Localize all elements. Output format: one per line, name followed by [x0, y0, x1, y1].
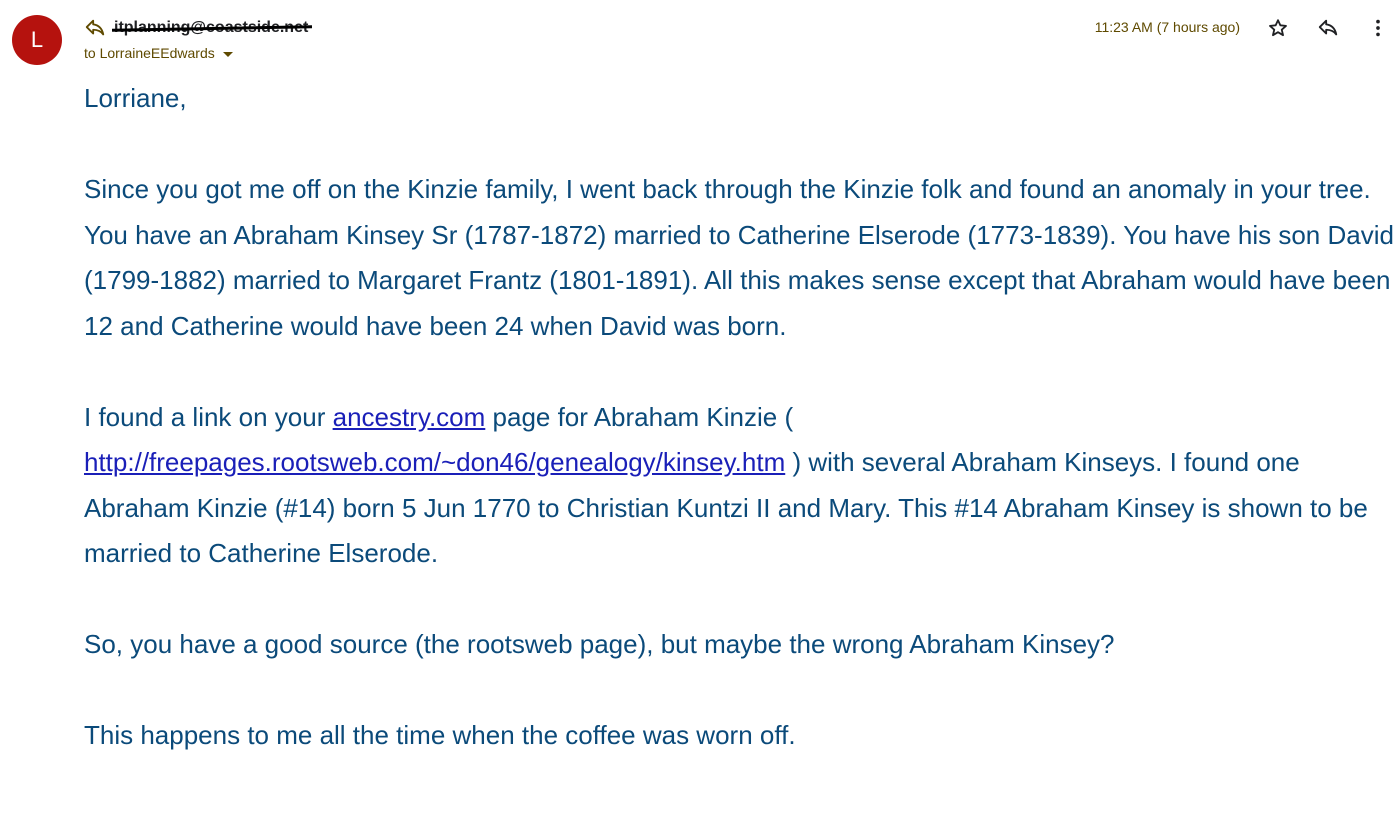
sender-row: itplanning@coastside.net: [84, 14, 313, 42]
star-icon: [1269, 19, 1287, 37]
ancestry-link[interactable]: ancestry.com: [333, 402, 486, 432]
reply-arrow-icon: [84, 17, 106, 39]
greeting: Lorriane,: [84, 83, 187, 113]
paragraph-2: I found a link on your ancestry.com page…: [84, 395, 1394, 577]
paragraph-2-text-b: page for Abraham Kinzie (: [485, 401, 794, 432]
more-vertical-icon: [1376, 19, 1380, 37]
star-button[interactable]: [1264, 14, 1292, 42]
more-options-button[interactable]: [1364, 14, 1392, 42]
recipient-label: to LorraineEEdwards: [84, 45, 215, 61]
paragraph-2-text-a: I found a link on your: [84, 401, 333, 432]
reply-button[interactable]: [1314, 14, 1342, 42]
sender-email[interactable]: itplanning@coastside.net: [111, 17, 313, 39]
rootsweb-link[interactable]: http://freepages.rootsweb.com/~don46/gen…: [84, 447, 785, 477]
reply-icon: [1318, 19, 1338, 36]
chevron-down-icon[interactable]: [222, 51, 233, 57]
email-message: L itplanning@coastside.net to LorraineEE…: [0, 0, 1400, 826]
paragraph-3: So, you have a good source (the rootsweb…: [84, 629, 1115, 659]
paragraph-1: Since you got me off on the Kinzie famil…: [84, 174, 1394, 341]
sender-avatar[interactable]: L: [12, 15, 62, 65]
recipient-row[interactable]: to LorraineEEdwards: [84, 43, 233, 63]
message-body: Lorriane, Since you got me off on the Ki…: [84, 76, 1394, 804]
message-timestamp: 11:23 AM (7 hours ago): [1094, 19, 1240, 35]
paragraph-4: This happens to me all the time when the…: [84, 720, 796, 750]
